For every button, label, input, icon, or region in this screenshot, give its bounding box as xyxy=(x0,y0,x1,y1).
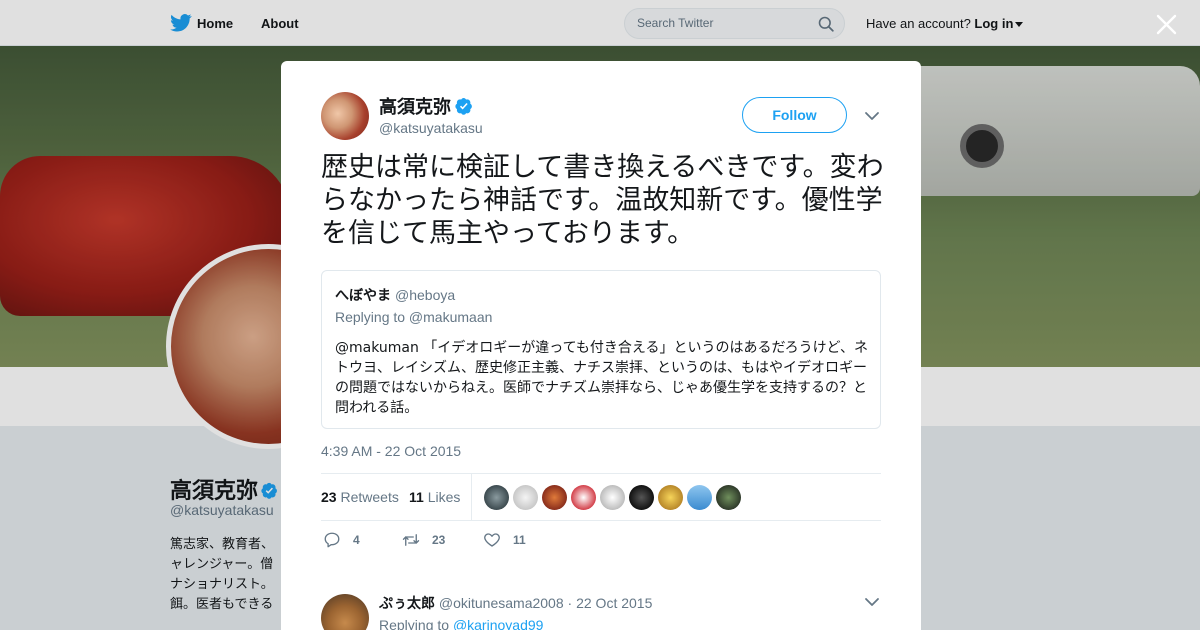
reply-replying-to: Replying to @karinoyad99 xyxy=(379,617,543,630)
heart-icon xyxy=(484,533,500,547)
replying-prefix: Replying to xyxy=(379,617,450,630)
liker-avatar[interactable] xyxy=(542,485,567,510)
chevron-down-icon[interactable] xyxy=(864,108,880,124)
author-avatar[interactable] xyxy=(321,92,369,140)
quoted-replying-to: Replying to @makumaan xyxy=(335,309,493,325)
reply-button[interactable]: 4 xyxy=(323,531,360,549)
liker-avatar[interactable] xyxy=(687,485,712,510)
likes-label: Likes xyxy=(427,489,461,505)
author-name-text[interactable]: 高須克弥 xyxy=(379,97,451,117)
reply-author-handle[interactable]: @okitunesama2008 xyxy=(439,595,564,611)
reply-separator: · xyxy=(567,595,573,611)
follow-button[interactable]: Follow xyxy=(742,97,847,133)
verified-badge-icon xyxy=(455,97,472,115)
author-handle[interactable]: @katsuyatakasu xyxy=(379,120,483,136)
quoted-handle: @heboya xyxy=(395,287,456,303)
retweets-count: 23 xyxy=(321,489,337,505)
tweet-stats: 23 Retweets 11 Likes xyxy=(321,473,881,521)
likes-stat[interactable]: 11 Likes xyxy=(409,489,460,505)
retweets-label: Retweets xyxy=(340,489,399,505)
quoted-text: @makuman 「イデオロギーが違っても付き合える」というのはあるだろうけど、… xyxy=(335,340,868,416)
tweet-timestamp[interactable]: 4:39 AM - 22 Oct 2015 xyxy=(321,443,461,459)
quoted-author: へぼやま @heboya xyxy=(335,285,455,305)
chevron-down-icon[interactable] xyxy=(864,594,880,610)
likes-count: 11 xyxy=(409,489,424,505)
reply-header: ぷぅ太郎 @okitunesama2008 · 22 Oct 2015 xyxy=(379,593,652,613)
tweet-text: 歴史は常に検証して書き換えるべきです。変わらなかったら神話です。温故知新です。優… xyxy=(321,152,884,249)
reply-date[interactable]: 22 Oct 2015 xyxy=(576,595,652,611)
quoted-name: へぼやま xyxy=(335,287,391,303)
retweet-icon xyxy=(402,534,420,546)
stats-divider xyxy=(471,474,472,521)
tweet-modal: 高須克弥 @katsuyatakasu Follow 歴史は常に検証して書き換え… xyxy=(281,61,921,630)
liker-avatar[interactable] xyxy=(571,485,596,510)
quoted-tweet[interactable]: へぼやま @heboya Replying to @makumaan @makum… xyxy=(321,270,881,429)
liker-avatar[interactable] xyxy=(629,485,654,510)
like-count: 11 xyxy=(513,533,526,547)
replying-to-link[interactable]: @karinoyad99 xyxy=(453,617,544,630)
liker-avatar[interactable] xyxy=(600,485,625,510)
liker-avatar[interactable] xyxy=(716,485,741,510)
retweet-button[interactable]: 23 xyxy=(402,531,445,549)
liker-avatar[interactable] xyxy=(658,485,683,510)
reply-count: 4 xyxy=(353,533,360,547)
author-name[interactable]: 高須克弥 xyxy=(379,93,473,119)
like-button[interactable]: 11 xyxy=(483,531,526,549)
close-icon[interactable] xyxy=(1156,14,1177,35)
liker-avatar[interactable] xyxy=(513,485,538,510)
liker-avatar[interactable] xyxy=(484,485,509,510)
reply-author-name[interactable]: ぷぅ太郎 xyxy=(379,595,435,611)
tweet-actions: 4 23 11 xyxy=(321,531,881,555)
reply-author-avatar[interactable] xyxy=(321,594,369,630)
retweets-stat[interactable]: 23 Retweets xyxy=(321,489,399,505)
retweet-count: 23 xyxy=(432,533,446,547)
reply-icon xyxy=(324,532,340,548)
